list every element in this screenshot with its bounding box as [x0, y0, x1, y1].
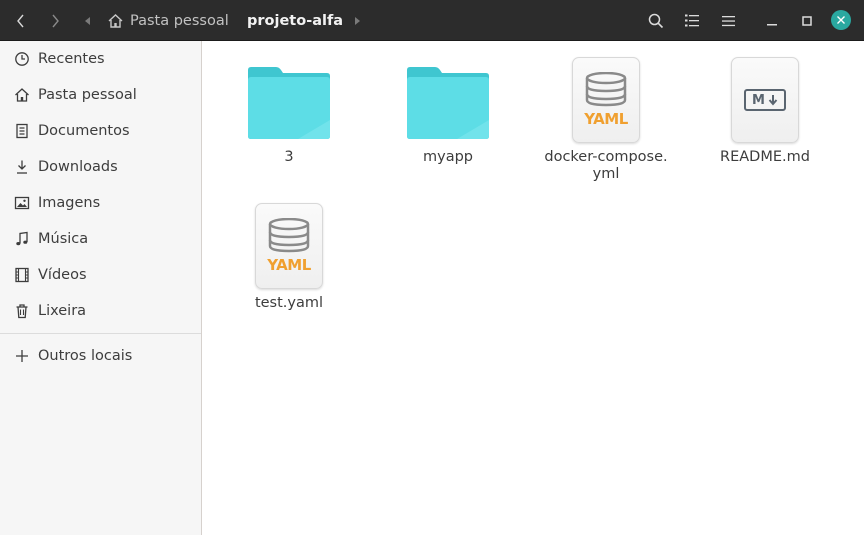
sidebar-item-label: Outros locais: [38, 348, 133, 364]
file-name: myapp: [423, 149, 473, 165]
markdown-icon: M: [744, 89, 786, 111]
file-name: docker-compose. yml: [544, 149, 668, 182]
sidebar: Recentes Pasta pessoal Documentos Downlo…: [0, 41, 202, 535]
menu-button[interactable]: [716, 6, 740, 35]
sidebar-item-outros-locais[interactable]: Outros locais: [0, 338, 201, 374]
hamburger-menu-icon: [721, 15, 735, 26]
sidebar-item-label: Documentos: [38, 123, 130, 139]
sidebar-item-label: Música: [38, 231, 89, 247]
document-icon: [13, 122, 31, 140]
yaml-file-icon: YAML: [572, 57, 640, 143]
music-icon: [13, 230, 31, 248]
database-icon: [585, 72, 627, 107]
sidebar-item-label: Lixeira: [38, 303, 87, 319]
view-list-button[interactable]: [680, 6, 704, 35]
yaml-badge: YAML: [584, 110, 628, 128]
file-item-test-yaml[interactable]: YAML test.yaml: [219, 201, 359, 312]
sidebar-item-videos[interactable]: Vídeos: [0, 257, 201, 293]
file-item-folder-3[interactable]: 3: [219, 55, 359, 166]
home-icon: [13, 86, 31, 104]
sidebar-item-imagens[interactable]: Imagens: [0, 185, 201, 221]
close-icon: [837, 16, 845, 24]
sidebar-item-label: Imagens: [38, 195, 101, 211]
path-scroll-left-button[interactable]: [80, 6, 96, 35]
home-icon: [108, 13, 123, 28]
sidebar-item-label: Vídeos: [38, 267, 87, 283]
minimize-icon: [767, 23, 777, 25]
maximize-icon: [802, 15, 812, 26]
sidebar-item-documentos[interactable]: Documentos: [0, 113, 201, 149]
back-button[interactable]: [8, 6, 34, 35]
trash-icon: [13, 302, 31, 320]
sidebar-item-label: Pasta pessoal: [38, 87, 137, 103]
breadcrumb-current-label: projeto-alfa: [247, 12, 344, 29]
arrow-down-icon: [768, 95, 778, 106]
plus-icon: [13, 347, 31, 365]
breadcrumb-home[interactable]: Pasta pessoal: [107, 0, 229, 41]
close-button[interactable]: [831, 10, 851, 30]
download-icon: [13, 158, 31, 176]
search-button[interactable]: [644, 6, 668, 35]
folder-icon: [245, 55, 333, 145]
file-item-docker-compose[interactable]: YAML docker-compose. yml: [536, 55, 676, 183]
breadcrumb-home-label: Pasta pessoal: [130, 12, 229, 29]
sidebar-item-downloads[interactable]: Downloads: [0, 149, 201, 185]
file-item-folder-myapp[interactable]: myapp: [378, 55, 518, 166]
video-icon: [13, 266, 31, 284]
list-view-icon: [685, 14, 699, 27]
search-icon: [648, 13, 664, 28]
markdown-file-icon: M: [731, 57, 799, 143]
sidebar-item-pasta-pessoal[interactable]: Pasta pessoal: [0, 77, 201, 113]
minimize-button[interactable]: [760, 6, 784, 35]
file-name: README.md: [720, 149, 810, 165]
triangle-left-icon: [85, 16, 90, 25]
chevron-right-icon: [52, 14, 59, 27]
sidebar-divider: [0, 333, 201, 334]
sidebar-item-recentes[interactable]: Recentes: [0, 41, 201, 77]
maximize-button[interactable]: [795, 6, 819, 35]
sidebar-item-musica[interactable]: Música: [0, 221, 201, 257]
path-scroll-right-button[interactable]: [350, 6, 364, 35]
file-name: test.yaml: [254, 295, 324, 311]
folder-icon: [404, 55, 492, 145]
sidebar-item-label: Recentes: [38, 51, 105, 67]
file-item-readme[interactable]: M README.md: [695, 55, 835, 166]
forward-button[interactable]: [42, 6, 68, 35]
header-bar: Pasta pessoal projeto-alfa: [0, 0, 864, 41]
chevron-left-icon: [17, 14, 24, 27]
sidebar-item-label: Downloads: [38, 159, 118, 175]
sidebar-item-lixeira[interactable]: Lixeira: [0, 293, 201, 329]
image-icon: [13, 194, 31, 212]
breadcrumb-current[interactable]: projeto-alfa: [247, 0, 343, 41]
database-icon: [268, 218, 310, 253]
file-grid: 3 myapp YAML docker-compose. yml M READM…: [202, 41, 864, 535]
yaml-badge: YAML: [267, 256, 311, 274]
file-name: 3: [284, 149, 294, 165]
clock-icon: [13, 50, 31, 68]
triangle-right-icon: [355, 16, 360, 25]
yaml-file-icon: YAML: [255, 203, 323, 289]
